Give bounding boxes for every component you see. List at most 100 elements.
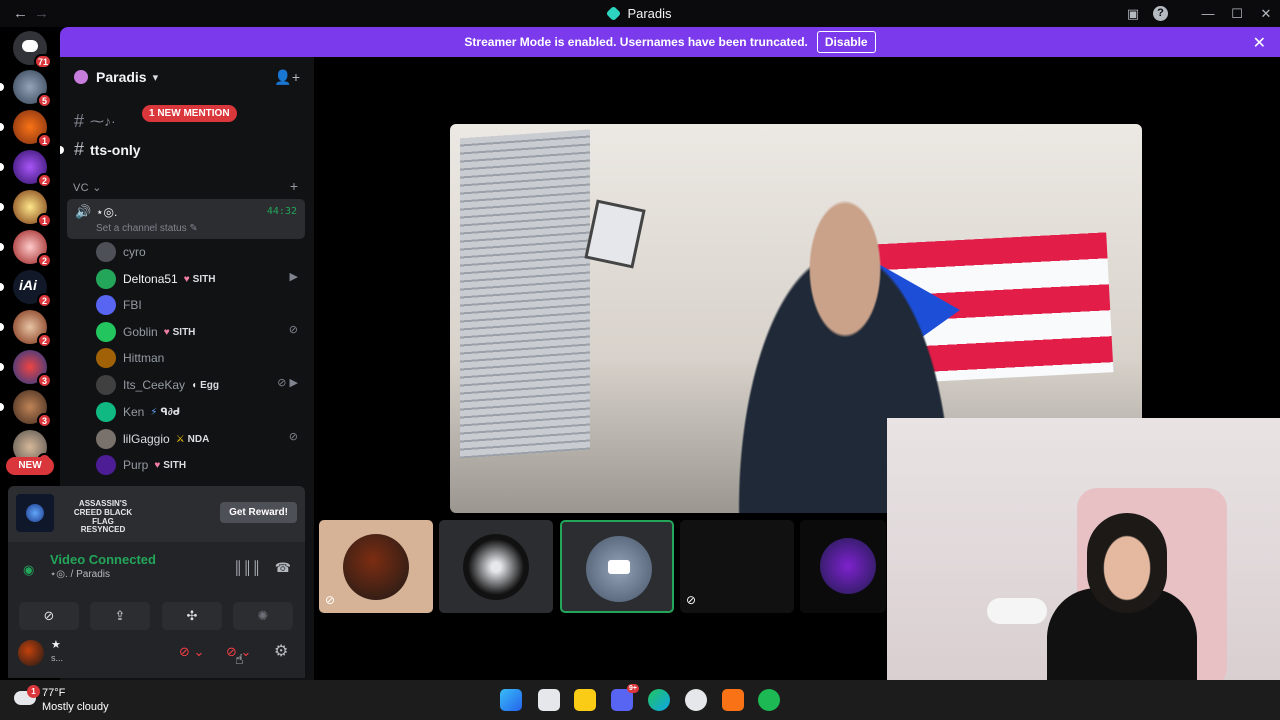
member-name: lilGaggio [123, 432, 170, 446]
disconnect-icon[interactable]: ☎ [275, 560, 291, 576]
deafened-icon: ⊘ [686, 593, 697, 607]
role-tag-text: SITH [163, 459, 187, 471]
server-icon[interactable]: 1 [13, 190, 52, 228]
channel-name: ⁓♪· [90, 113, 116, 129]
avatar [96, 375, 116, 395]
file-explorer-icon[interactable] [574, 689, 596, 711]
hash-icon: # [74, 139, 85, 159]
voice-status-subtitle[interactable]: ⋆◎. / Paradis [50, 569, 110, 580]
game-art-icon [16, 494, 54, 532]
channel-item[interactable]: # ⁓♪· [74, 111, 116, 132]
minimize-icon[interactable]: — [1199, 5, 1217, 23]
guild-icon [74, 70, 88, 84]
unread-pip [0, 203, 4, 211]
add-channel-icon[interactable]: + [290, 178, 298, 194]
mouse-cursor-icon: ☝ [235, 651, 244, 667]
server-icon[interactable]: 5 [13, 70, 52, 108]
streamer-mode-banner: Streamer Mode is enabled. Usernames have… [60, 27, 1280, 57]
server-icon[interactable]: 3 [13, 350, 52, 388]
unread-pip [0, 243, 4, 251]
member-name: FBI [123, 298, 142, 312]
close-icon[interactable]: ✕ [1253, 33, 1266, 53]
avatar [96, 348, 116, 368]
soundboard-button[interactable]: ✺ [233, 602, 293, 630]
add-member-icon[interactable]: 👤+ [274, 69, 300, 86]
category-header[interactable]: VC ⌄ [73, 181, 102, 194]
server-icon[interactable]: 2 [13, 310, 52, 348]
participant-tile[interactable] [439, 520, 553, 613]
set-channel-status[interactable]: Set a channel status ✎ [96, 223, 198, 234]
member-name: Ken [123, 405, 145, 419]
voice-member[interactable]: Purp ♥ SITH [96, 454, 302, 476]
iai-logo-icon: iAi [19, 277, 37, 293]
role-tag: ♥ SITH [164, 327, 196, 338]
server-icon[interactable]: iAi 2 [13, 270, 52, 308]
spotify-icon[interactable] [758, 689, 780, 711]
participant-tile[interactable] [800, 520, 886, 613]
voice-member[interactable]: Deltona51 ♥ SITH ▶ [96, 268, 302, 290]
voice-member[interactable]: Hittman [96, 347, 302, 369]
brave-icon[interactable] [722, 689, 744, 711]
voice-status-title[interactable]: Video Connected [50, 552, 156, 567]
edge-icon[interactable] [648, 689, 670, 711]
discord-icon[interactable]: 9+ [611, 684, 639, 711]
member-name: Deltona51 [123, 272, 178, 286]
window-title-text: Paradis [627, 6, 672, 21]
role-tag-text: ᑫ∂ᑯ [160, 406, 181, 418]
server-icon[interactable]: 1 [13, 110, 52, 148]
unread-pip [0, 83, 4, 91]
server-badge: 3 [37, 373, 52, 388]
unread-pip [0, 283, 4, 291]
disable-streamer-mode-button[interactable]: Disable [816, 31, 876, 53]
mic-muted-icon[interactable]: ⊘ ⌄ [179, 644, 204, 660]
voice-channel-item[interactable]: 🔊 ⋆◎. 44:32 Set a channel status ✎ [67, 199, 305, 239]
task-view-icon[interactable] [538, 689, 560, 711]
participant-tile[interactable] [560, 520, 674, 613]
avatar [96, 322, 116, 342]
get-reward-button[interactable]: Get Reward! [220, 502, 297, 523]
channel-item[interactable]: # tts-only [74, 139, 141, 160]
voice-member[interactable]: Ken ⚡ ᑫ∂ᑯ [96, 401, 302, 423]
voice-member[interactable]: lilGaggio ⚔ NDA ⊘ [96, 428, 302, 450]
new-mention-pill[interactable]: 1 NEW MENTION [142, 105, 237, 122]
window-blind [460, 129, 590, 459]
inbox-icon[interactable]: ▣ [1124, 5, 1142, 23]
help-icon[interactable]: ? [1153, 6, 1168, 21]
signal-icon[interactable]: ◉ [23, 562, 34, 578]
avatar [96, 429, 116, 449]
voice-member[interactable]: Its_CeeKay ◖ Egg ⊘ ▶ [96, 374, 302, 396]
avatar [96, 242, 116, 262]
window-title: Paradis [0, 5, 1280, 22]
home-button[interactable]: 71 [13, 31, 52, 69]
start-icon[interactable] [500, 689, 522, 711]
gear-icon[interactable]: ⚙ [274, 641, 288, 661]
server-badge: 2 [37, 333, 52, 348]
participant-tile[interactable]: ⊘ [680, 520, 794, 613]
screen-share-button[interactable]: ⇪ [90, 602, 150, 630]
heart-icon: ♥ [163, 326, 170, 338]
speaker-icon: 🔊 [75, 204, 92, 219]
unread-pip [0, 123, 4, 131]
noise-suppression-icon[interactable]: ║║║ [233, 560, 261, 575]
maximize-icon[interactable]: ☐ [1228, 5, 1246, 23]
avatar [463, 534, 529, 600]
new-unreads-pill[interactable]: NEW [6, 457, 54, 475]
role-tag: ◖ Egg [191, 380, 219, 391]
voice-member[interactable]: cyro [96, 241, 302, 263]
server-icon[interactable]: 3 [13, 390, 52, 428]
role-tag-text: Egg [200, 379, 219, 391]
participant-tile[interactable]: ⊘ [319, 520, 433, 613]
voice-member[interactable]: FBI [96, 294, 302, 316]
window-close-icon[interactable]: ✕ [1257, 5, 1275, 23]
server-icon[interactable]: 2 [13, 150, 52, 188]
voice-member[interactable]: Goblin ♥ SITH ⊘ [96, 321, 302, 343]
username[interactable]: ★ [51, 638, 61, 651]
unread-pip [0, 403, 4, 411]
deafened-icon: ⊘ [288, 431, 298, 443]
obs-icon[interactable] [685, 689, 707, 711]
camera-off-button[interactable]: ⊘ [19, 602, 79, 630]
server-icon[interactable]: 2 [13, 230, 52, 268]
discord-app: ← → Paradis ▣ ? — ☐ ✕ 71 5 1 2 1 2 iAi 2 … [0, 0, 1280, 720]
activities-button[interactable]: ✣ [162, 602, 222, 630]
avatar[interactable] [18, 640, 44, 666]
